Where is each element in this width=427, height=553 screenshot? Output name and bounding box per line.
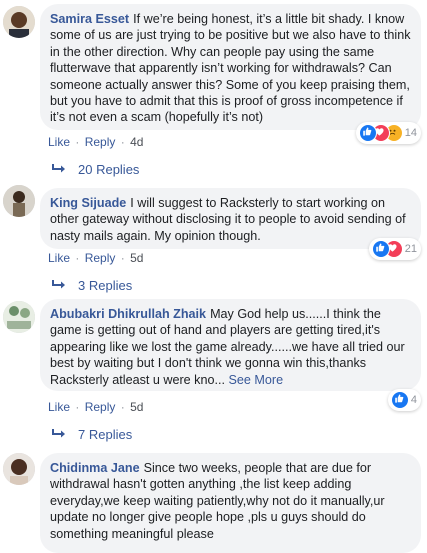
- comment-actions: Like · Reply · 5d: [48, 399, 143, 415]
- avatar-photo: [3, 185, 35, 217]
- replies-count: 20 Replies: [78, 162, 140, 177]
- reaction-count: 21: [404, 243, 417, 255]
- comment-author[interactable]: Abubakri Dhikrullah Zhaik: [50, 307, 206, 321]
- avatar-photo: [3, 301, 35, 333]
- avatar-photo: [3, 453, 35, 485]
- replies-count: 3 Replies: [78, 278, 133, 293]
- reply-arrow-icon: [52, 161, 66, 179]
- like-icon: [358, 124, 377, 142]
- reaction-summary[interactable]: 4: [387, 389, 421, 411]
- comment-actions: Like · Reply · 5d: [48, 250, 143, 266]
- comment-author[interactable]: King Sijuade: [50, 196, 126, 210]
- separator: ·: [75, 135, 80, 149]
- comment-bubble: King Sijuade I will suggest to Racksterly…: [40, 188, 421, 249]
- replies-count: 7 Replies: [78, 427, 133, 442]
- comment: Samira Esset If we’re being honest, it’s …: [0, 0, 427, 185]
- reply-link[interactable]: Reply: [85, 251, 116, 265]
- avatar[interactable]: [3, 301, 35, 333]
- comment-author[interactable]: Chidinma Jane: [50, 461, 140, 475]
- avatar[interactable]: [3, 6, 35, 38]
- view-replies-link[interactable]: 3 Replies: [52, 277, 132, 295]
- view-replies-link[interactable]: 7 Replies: [52, 426, 132, 444]
- view-replies-link[interactable]: 20 Replies: [52, 161, 139, 179]
- comment-text: If we’re being honest, it’s a little bit…: [50, 12, 411, 125]
- separator: ·: [75, 400, 80, 414]
- reaction-count: 14: [404, 127, 417, 139]
- reply-arrow-icon: [52, 426, 66, 444]
- reply-link[interactable]: Reply: [85, 400, 116, 414]
- comment-bubble: Abubakri Dhikrullah Zhaik May God help us…: [40, 299, 421, 391]
- like-link[interactable]: Like: [48, 251, 70, 265]
- timestamp[interactable]: 5d: [130, 400, 143, 414]
- timestamp[interactable]: 4d: [130, 135, 143, 149]
- reaction-count: 4: [410, 394, 417, 406]
- comment: King Sijuade I will suggest to Racksterly…: [0, 185, 427, 295]
- comment: Chidinma Jane Since two weeks, people tha…: [0, 447, 427, 553]
- comment-bubble: Chidinma Jane Since two weeks, people tha…: [40, 453, 421, 553]
- separator: ·: [75, 251, 80, 265]
- reaction-summary[interactable]: 21: [368, 238, 421, 260]
- timestamp[interactable]: 5d: [130, 251, 143, 265]
- comment-bubble: Samira Esset If we’re being honest, it’s …: [40, 4, 421, 130]
- avatar[interactable]: [3, 453, 35, 485]
- reaction-summary[interactable]: 14: [355, 122, 421, 144]
- separator: ·: [120, 400, 125, 414]
- comment: Abubakri Dhikrullah Zhaik May God help us…: [0, 295, 427, 447]
- comment-actions: Like · Reply · 4d: [48, 134, 143, 150]
- like-link[interactable]: Like: [48, 135, 70, 149]
- see-more-link[interactable]: See More: [228, 373, 283, 387]
- reply-arrow-icon: [52, 277, 66, 295]
- like-icon: [371, 240, 390, 258]
- separator: ·: [120, 135, 125, 149]
- like-link[interactable]: Like: [48, 400, 70, 414]
- comment-author[interactable]: Samira Esset: [50, 12, 129, 26]
- reply-link[interactable]: Reply: [85, 135, 116, 149]
- avatar[interactable]: [3, 185, 35, 217]
- like-icon: [390, 391, 409, 409]
- separator: ·: [120, 251, 125, 265]
- avatar-photo: [3, 6, 35, 38]
